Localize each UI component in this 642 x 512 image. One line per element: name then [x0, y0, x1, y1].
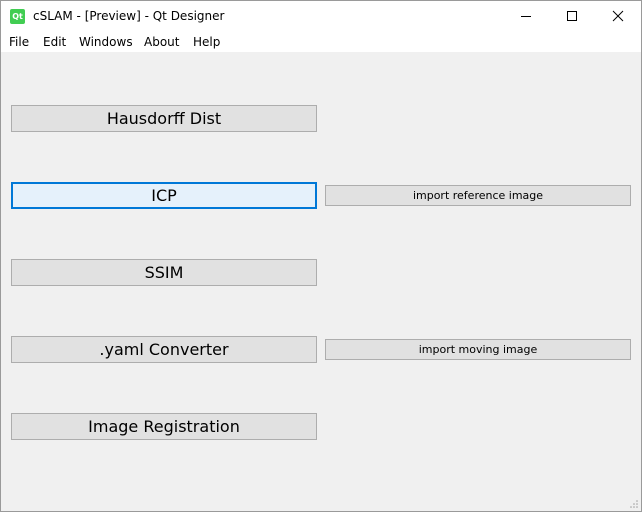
resize-grip-icon[interactable] — [629, 499, 639, 509]
ssim-button[interactable]: SSIM — [11, 259, 317, 286]
window-title: cSLAM - [Preview] - Qt Designer — [33, 9, 225, 23]
minimize-icon — [521, 16, 531, 17]
menu-file[interactable]: File — [9, 35, 29, 49]
hausdorff-dist-button[interactable]: Hausdorff Dist — [11, 105, 317, 132]
maximize-button[interactable] — [549, 1, 595, 31]
icp-button[interactable]: ICP — [11, 182, 317, 209]
menu-about[interactable]: About — [144, 35, 179, 49]
import-moving-image-button[interactable]: import moving image — [325, 339, 631, 360]
app-window: Qt cSLAM - [Preview] - Qt Designer File … — [0, 0, 642, 512]
image-registration-button[interactable]: Image Registration — [11, 413, 317, 440]
close-icon — [612, 10, 624, 22]
menu-edit[interactable]: Edit — [43, 35, 66, 49]
menu-windows[interactable]: Windows — [79, 35, 133, 49]
minimize-button[interactable] — [503, 1, 549, 31]
import-reference-image-button[interactable]: import reference image — [325, 185, 631, 206]
central-widget: Hausdorff Dist ICP import reference imag… — [1, 52, 641, 511]
qt-logo-icon: Qt — [10, 9, 25, 24]
menu-bar: File Edit Windows About Help — [1, 31, 641, 52]
close-button[interactable] — [595, 1, 641, 31]
maximize-icon — [567, 11, 577, 21]
title-bar[interactable]: Qt cSLAM - [Preview] - Qt Designer — [1, 1, 641, 31]
yaml-converter-button[interactable]: .yaml Converter — [11, 336, 317, 363]
menu-help[interactable]: Help — [193, 35, 220, 49]
